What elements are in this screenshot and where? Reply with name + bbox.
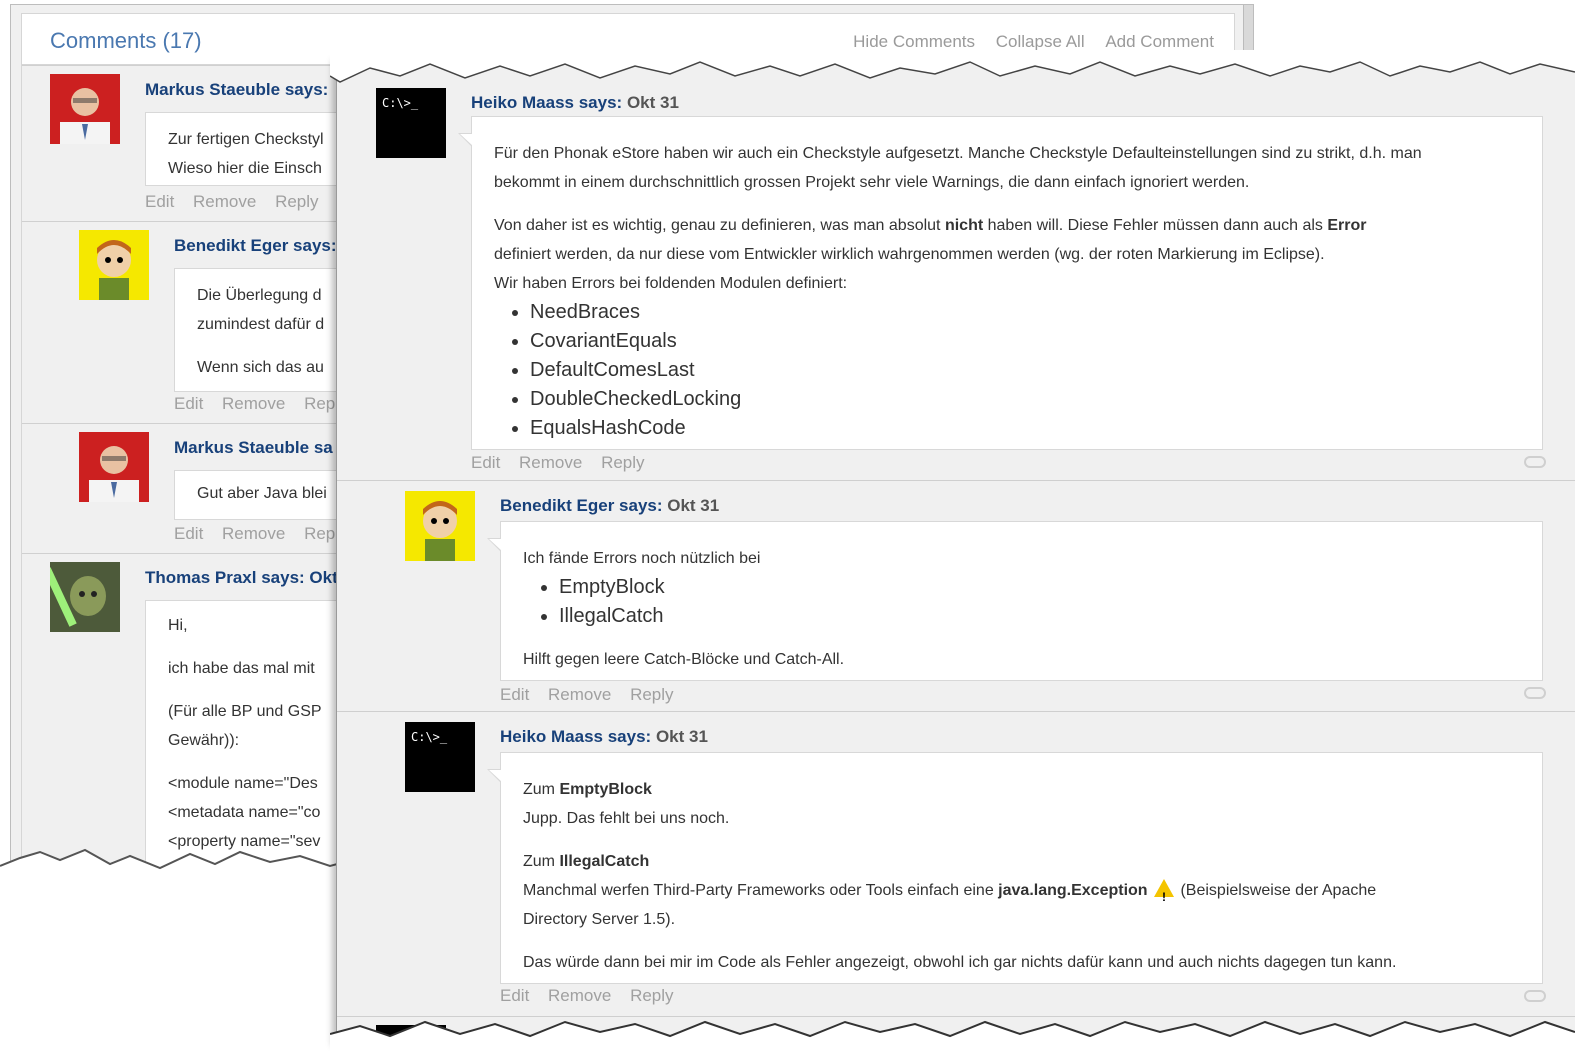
comment-text: bekommt in einem durchschnittlich grosse… — [494, 174, 1250, 191]
comment-author[interactable]: Markus Staeuble sa — [174, 438, 333, 458]
comment-text: Zum IllegalCatch — [523, 853, 650, 870]
comment-date: Okt 31 — [667, 496, 720, 515]
comments-actions: Hide Comments Collapse All Add Comment — [837, 32, 1214, 52]
add-comment-link[interactable]: Add Comment — [1105, 32, 1214, 51]
comment-author[interactable]: Heiko Maass says: Okt 31 — [500, 727, 708, 747]
comment-ops: Edit Remove Reply — [471, 453, 659, 473]
comment-text: Hilft gegen leere Catch-Blöcke und Catch… — [523, 651, 845, 668]
module-list: EmptyBlock IllegalCatch — [523, 573, 1542, 631]
torn-edge — [330, 50, 1575, 83]
comment-author[interactable]: Benedikt Eger says: — [174, 236, 337, 256]
list-item: DefaultComesLast — [530, 356, 1542, 385]
comment-text: Manchmal werfen Third-Party Frameworks o… — [523, 876, 1542, 905]
comment-text: Ich fände Errors noch nützlich bei — [523, 550, 761, 567]
comment-text: Das würde dann bei mir im Code als Fehle… — [523, 954, 1397, 971]
edit-link[interactable]: Edit — [471, 453, 500, 472]
edit-link[interactable]: Edit — [500, 986, 529, 1005]
edit-link[interactable]: Edit — [145, 192, 174, 211]
remove-link[interactable]: Remove — [519, 453, 582, 472]
torn-edge — [0, 848, 360, 898]
list-item: CovariantEquals — [530, 327, 1542, 356]
comments-panel-front: C:\>_ Heiko Maass says: Okt 31 Für den P… — [336, 60, 1575, 1046]
comment-text: definiert werden, da nur diese vom Entwi… — [494, 246, 1325, 263]
avatar — [79, 432, 149, 502]
remove-link[interactable]: Remove — [548, 986, 611, 1005]
avatar — [405, 491, 475, 561]
torn-edge — [330, 1020, 1575, 1052]
reply-link[interactable]: Reply — [630, 685, 673, 704]
reply-link[interactable]: Reply — [630, 986, 673, 1005]
comment-author[interactable]: Markus Staeuble says: — [145, 80, 328, 100]
comment-text: Von daher ist es wichtig, genau zu defin… — [494, 217, 1367, 234]
reply-link[interactable]: Reply — [275, 192, 318, 211]
collapse-all-link[interactable]: Collapse All — [996, 32, 1085, 51]
list-item: IllegalCatch — [559, 602, 1542, 631]
comment-author[interactable]: Thomas Praxl says: Okt — [145, 568, 338, 588]
edit-link[interactable]: Edit — [174, 394, 203, 413]
console-avatar: C:\>_ — [405, 722, 475, 792]
comment-body: Ich fände Errors noch nützlich bei Empty… — [487, 521, 1543, 681]
collapse-icon[interactable] — [1524, 687, 1546, 699]
comment-text: Jupp. Das fehlt bei uns noch. — [523, 810, 730, 827]
remove-link[interactable]: Remove — [193, 192, 256, 211]
comment-ops: Edit Remove Reply — [174, 394, 362, 414]
collapse-icon[interactable] — [1524, 990, 1546, 1002]
comment-ops: Edit Remove Reply — [174, 524, 362, 544]
remove-link[interactable]: Remove — [548, 685, 611, 704]
remove-link[interactable]: Remove — [222, 524, 285, 543]
avatar — [50, 74, 120, 144]
comments-title: Comments (17) — [50, 28, 202, 53]
comment-text: Directory Server 1.5). — [523, 911, 676, 928]
list-item: EmptyBlock — [559, 573, 1542, 602]
comment-ops: Edit Remove Reply — [500, 685, 688, 705]
comment-text: Für den Phonak eStore haben wir auch ein… — [494, 145, 1422, 162]
comment-text: Zum EmptyBlock — [523, 781, 652, 798]
remove-link[interactable]: Remove — [222, 394, 285, 413]
warning-icon: ! — [1154, 879, 1175, 904]
comment-ops: Edit Remove Reply — [500, 986, 688, 1006]
reply-link[interactable]: Reply — [601, 453, 644, 472]
list-item: DoubleCheckedLocking — [530, 385, 1542, 414]
avatar — [79, 230, 149, 300]
comment-item: C:\>_ Heiko Maass says: Okt 31 Für den P… — [337, 60, 1575, 480]
edit-link[interactable]: Edit — [174, 524, 203, 543]
edit-link[interactable]: Edit — [500, 685, 529, 704]
comment-text: Wir haben Errors bei foldenden Modulen d… — [494, 275, 848, 292]
comment-body: Zum EmptyBlock Jupp. Das fehlt bei uns n… — [487, 752, 1543, 984]
avatar — [50, 562, 120, 632]
hide-comments-link[interactable]: Hide Comments — [853, 32, 975, 51]
module-list: NeedBraces CovariantEquals DefaultComesL… — [494, 298, 1542, 443]
comment-item: Benedikt Eger says: Okt 31 Ich fände Err… — [337, 480, 1575, 712]
collapse-icon[interactable] — [1524, 456, 1546, 468]
list-item: NeedBraces — [530, 298, 1542, 327]
comment-item: C:\>_ Heiko Maass says: Okt 31 Zum Empty… — [337, 711, 1575, 1017]
comment-body: Für den Phonak eStore haben wir auch ein… — [458, 116, 1543, 450]
comment-author[interactable]: Benedikt Eger says: Okt 31 — [500, 496, 719, 516]
comment-date: Okt 31 — [655, 727, 708, 746]
list-item: EqualsHashCode — [530, 414, 1542, 443]
comment-ops: Edit Remove Reply — [145, 192, 333, 212]
